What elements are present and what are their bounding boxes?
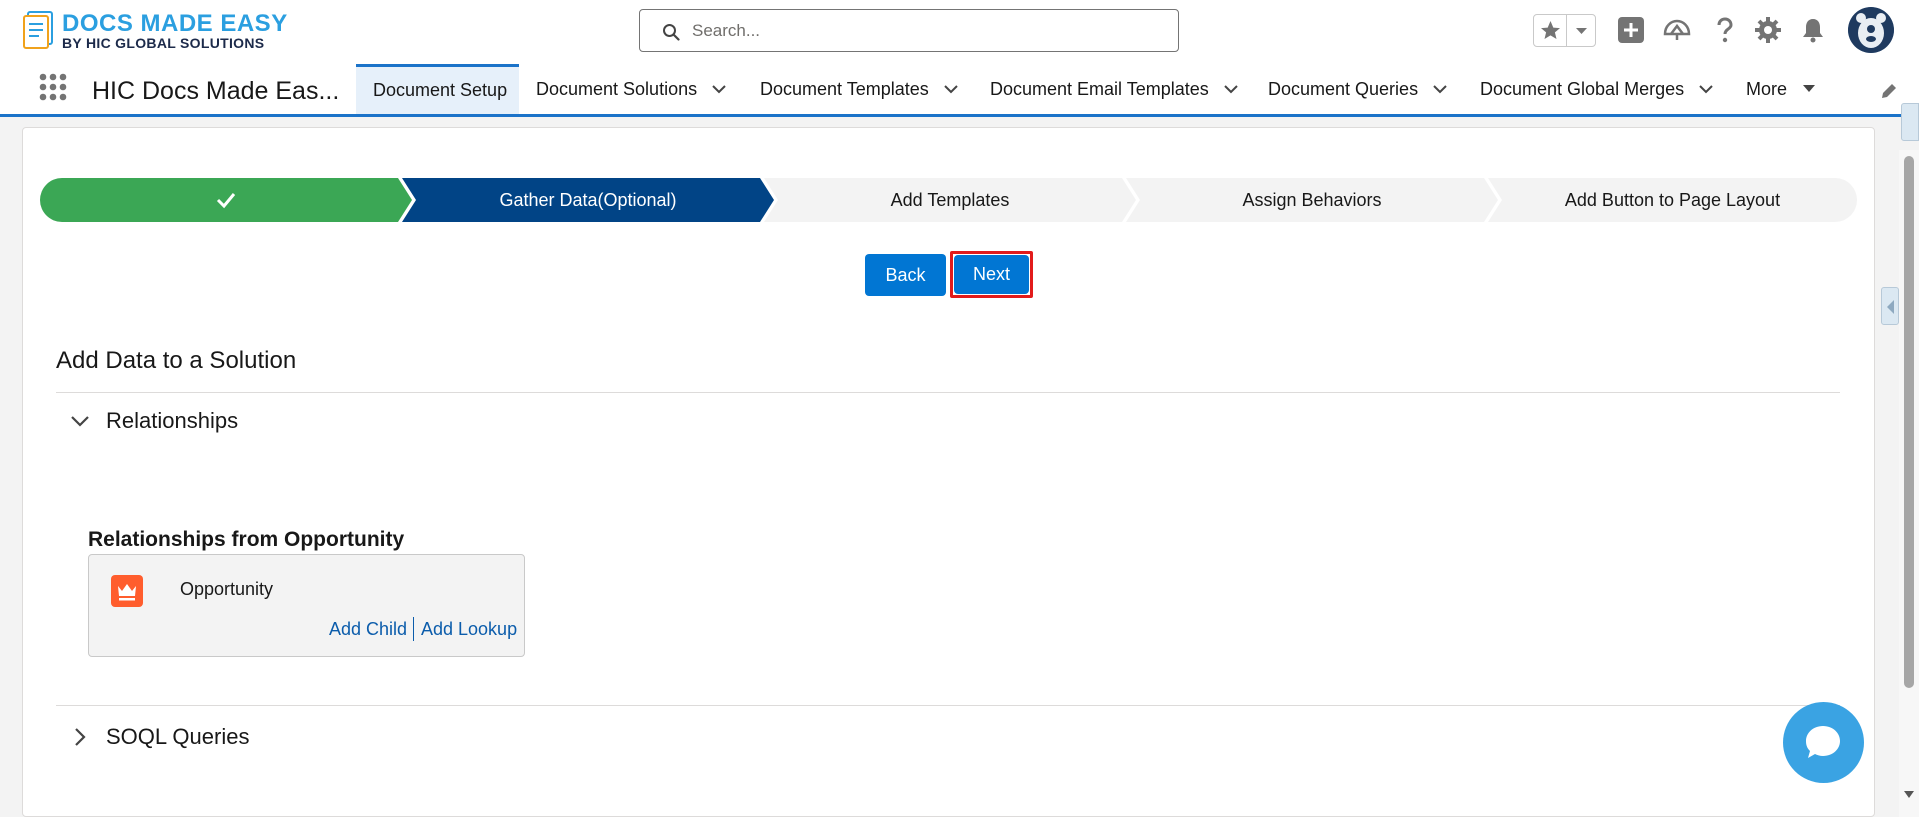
tab-label: Document Email Templates	[990, 78, 1209, 99]
tab-document-setup[interactable]: Document Setup	[356, 64, 519, 114]
favorites-group	[1533, 14, 1596, 47]
tab-document-templates[interactable]: Document Templates	[760, 64, 959, 114]
tab-more[interactable]: More	[1746, 64, 1817, 114]
chat-button[interactable]	[1783, 702, 1864, 783]
path-step-add-button[interactable]: Add Button to Page Layout	[1488, 178, 1857, 222]
object-label: Opportunity	[180, 579, 274, 599]
help-icon[interactable]	[1709, 14, 1741, 46]
section-divider	[56, 392, 1840, 393]
path-step-label: Assign Behaviors	[1242, 189, 1382, 210]
relationship-card-opportunity: Opportunity Add Child Add Lookup	[88, 554, 525, 657]
tab-document-queries[interactable]: Document Queries	[1268, 64, 1448, 114]
soql-accordion-header[interactable]: SOQL Queries	[70, 724, 249, 750]
relationships-label: Relationships	[106, 408, 239, 433]
setup-path: Gather Data(Optional) Add Templates Assi…	[40, 178, 1857, 222]
path-step-add-templates[interactable]: Add Templates	[764, 178, 1136, 222]
tab-document-global-merges[interactable]: Document Global Merges	[1480, 64, 1714, 114]
edit-nav-icon[interactable]	[1879, 81, 1899, 101]
logo-title: DOCS MADE EASY	[62, 10, 288, 37]
next-button[interactable]: Next	[954, 255, 1029, 294]
chevron-down-icon	[71, 416, 89, 427]
global-search[interactable]	[639, 9, 1179, 52]
relationships-accordion-header[interactable]: Relationships	[70, 408, 238, 434]
page-scrollbar[interactable]	[1899, 150, 1919, 817]
crown-icon	[118, 584, 136, 601]
tab-label: Document Templates	[760, 78, 929, 99]
relationships-from-title: Relationships from Opportunity	[88, 528, 405, 551]
check-icon	[216, 193, 236, 209]
section-title: Add Data to a Solution	[56, 347, 297, 374]
user-avatar[interactable]	[1848, 7, 1894, 53]
document-logo-icon	[23, 11, 53, 49]
path-step-label: Add Templates	[890, 189, 1010, 210]
chevron-down-icon[interactable]	[1698, 81, 1714, 97]
scroll-down-icon[interactable]	[1903, 790, 1915, 800]
favorites-dropdown-button[interactable]	[1567, 15, 1596, 46]
section-divider	[56, 705, 1840, 706]
app-launcher-icon[interactable]	[39, 73, 67, 101]
opportunity-crown-icon	[111, 575, 143, 607]
favorites-button[interactable]	[1534, 15, 1567, 46]
path-step-gather-data[interactable]: Gather Data(Optional)	[402, 178, 774, 222]
scrollbar-thumb[interactable]	[1904, 156, 1914, 688]
path-step-assign-behaviors[interactable]: Assign Behaviors	[1126, 178, 1498, 222]
chevron-down-icon[interactable]	[1432, 81, 1448, 97]
chevron-right-icon	[75, 728, 86, 746]
logo-subtitle: BY HIC GLOBAL SOLUTIONS	[62, 35, 265, 51]
tab-label: Document Queries	[1268, 78, 1419, 99]
bell-icon[interactable]	[1797, 14, 1829, 46]
app-logo[interactable]: DOCS MADE EASY BY HIC GLOBAL SOLUTIONS	[22, 8, 302, 52]
link-separator	[413, 617, 414, 641]
chevron-down-icon	[1576, 28, 1587, 34]
chevron-down-icon[interactable]	[943, 81, 959, 97]
utility-side-tab[interactable]	[1901, 103, 1919, 141]
tab-label: Document Solutions	[536, 78, 698, 99]
tab-label: Document Global Merges	[1480, 78, 1685, 99]
add-icon[interactable]	[1615, 14, 1647, 46]
collapse-panel-tab[interactable]	[1881, 287, 1899, 325]
chat-bubble-icon	[1806, 726, 1840, 758]
caret-down-icon[interactable]	[1801, 81, 1817, 97]
search-input[interactable]	[692, 10, 1162, 51]
add-lookup-link[interactable]: Add Lookup	[421, 619, 517, 640]
setup-card	[22, 127, 1875, 817]
search-icon	[663, 24, 680, 41]
tab-document-solutions[interactable]: Document Solutions	[536, 64, 727, 114]
global-header: DOCS MADE EASY BY HIC GLOBAL SOLUTIONS	[0, 0, 1919, 60]
trailhead-icon[interactable]	[1661, 14, 1693, 46]
setup-gear-icon[interactable]	[1752, 14, 1784, 46]
soql-label: SOQL Queries	[106, 724, 250, 749]
chevron-left-icon	[1887, 300, 1894, 314]
path-step-label: Add Button to Page Layout	[1564, 189, 1781, 210]
tab-label: Document Setup	[373, 80, 508, 100]
app-navigation: HIC Docs Made Eas... Document Setup Docu…	[0, 60, 1919, 117]
tab-document-email-templates[interactable]: Document Email Templates	[990, 64, 1239, 114]
avatar-icon	[1848, 7, 1894, 53]
path-step-label: Gather Data(Optional)	[499, 189, 677, 210]
add-child-link[interactable]: Add Child	[329, 619, 407, 640]
path-step-complete[interactable]	[40, 178, 412, 222]
back-button[interactable]: Back	[865, 254, 946, 296]
star-icon	[1541, 21, 1560, 39]
app-name: HIC Docs Made Eas...	[92, 77, 340, 105]
tab-label: More	[1746, 78, 1788, 99]
chevron-down-icon[interactable]	[1223, 81, 1239, 97]
chevron-down-icon[interactable]	[711, 81, 727, 97]
